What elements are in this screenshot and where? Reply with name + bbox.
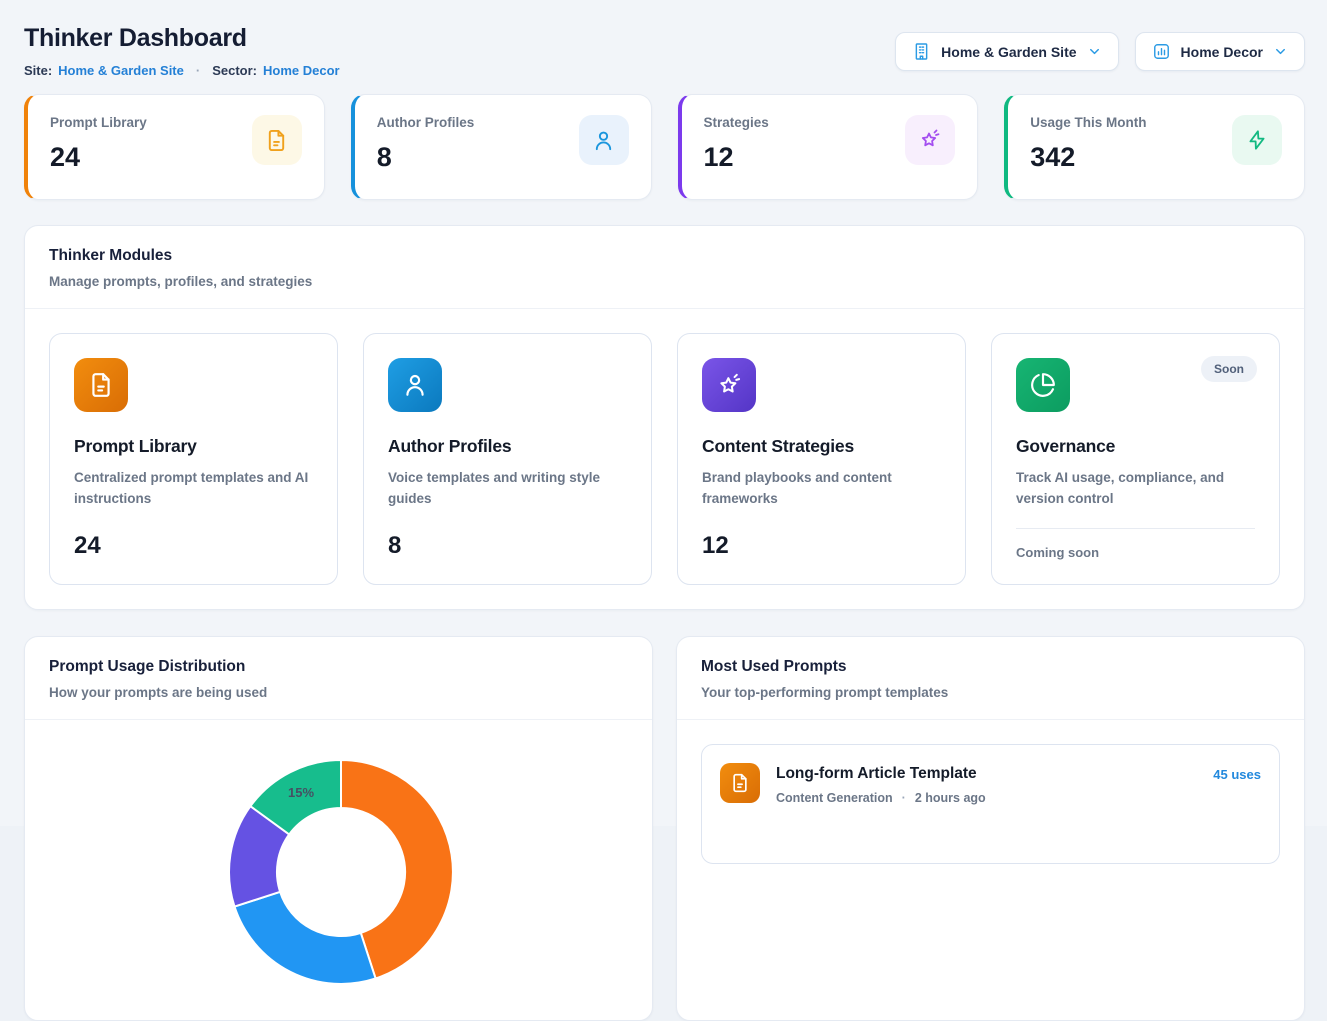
site-label: Site:: [24, 63, 52, 78]
module-title: Content Strategies: [702, 436, 941, 457]
most-used-panel-header: Most Used Prompts Your top-performing pr…: [677, 637, 1304, 720]
breadcrumb: Site: Home & Garden Site · Sector: Home …: [24, 63, 340, 78]
header-titles: Thinker Dashboard Site: Home & Garden Si…: [24, 24, 340, 78]
user-icon: [579, 115, 629, 165]
stat-label: Author Profiles: [377, 115, 475, 130]
thinker-modules-panel: Thinker Modules Manage prompts, profiles…: [24, 225, 1305, 610]
user-icon: [388, 358, 442, 412]
document-icon: [252, 115, 302, 165]
stat-text: Strategies 12: [704, 115, 769, 173]
stat-text: Prompt Library 24: [50, 115, 147, 173]
bar-chart-icon: [1152, 42, 1171, 61]
dashboard-page: Thinker Dashboard Site: Home & Garden Si…: [0, 0, 1327, 1021]
prompt-item-meta: Content Generation · 2 hours ago: [776, 791, 1197, 805]
modules-panel-header: Thinker Modules Manage prompts, profiles…: [25, 226, 1304, 309]
stat-value: 8: [377, 142, 475, 173]
usage-subtitle: How your prompts are being used: [49, 685, 628, 700]
stat-value: 12: [704, 142, 769, 173]
module-description: Voice templates and writing style guides: [388, 468, 627, 510]
module-value: 24: [74, 532, 313, 560]
bottom-row: Prompt Usage Distribution How your promp…: [24, 636, 1305, 1021]
module-value: 8: [388, 532, 627, 560]
soon-badge: Soon: [1201, 356, 1257, 382]
modules-grid: Prompt Library Centralized prompt templa…: [25, 309, 1304, 609]
prompt-list-item[interactable]: Long-form Article Template Content Gener…: [701, 744, 1280, 864]
usage-doughnut-chart: 15%: [25, 720, 652, 1020]
prompt-item-time: 2 hours ago: [915, 791, 986, 805]
chevron-down-icon: [1273, 44, 1288, 59]
page-title: Thinker Dashboard: [24, 24, 340, 53]
site-link[interactable]: Home & Garden Site: [58, 63, 184, 78]
prompt-item-title: Long-form Article Template: [776, 765, 1197, 783]
pie-chart-icon: [1016, 358, 1070, 412]
module-card-governance[interactable]: Soon Governance Track AI usage, complian…: [991, 333, 1280, 585]
building-icon: [912, 42, 931, 61]
chevron-down-icon: [1087, 44, 1102, 59]
usage-title: Prompt Usage Distribution: [49, 658, 628, 676]
stat-value: 24: [50, 142, 147, 173]
stat-card-prompt-library: Prompt Library 24: [24, 94, 325, 200]
prompt-item-uses: 45 uses: [1213, 767, 1261, 782]
doughnut-slice: [235, 892, 376, 984]
stat-card-usage: Usage This Month 342: [1004, 94, 1305, 200]
most-used-subtitle: Your top-performing prompt templates: [701, 685, 1280, 700]
sector-link[interactable]: Home Decor: [263, 63, 340, 78]
module-card-prompt-library[interactable]: Prompt Library Centralized prompt templa…: [49, 333, 338, 585]
sparkle-star-icon: [905, 115, 955, 165]
page-header: Thinker Dashboard Site: Home & Garden Si…: [24, 24, 1305, 78]
document-icon: [720, 763, 760, 803]
lightning-icon: [1232, 115, 1282, 165]
meta-separator: ·: [902, 791, 906, 805]
stats-row: Prompt Library 24 Author Profiles 8 Stra…: [24, 94, 1305, 200]
sector-selector-button[interactable]: Home Decor: [1135, 32, 1305, 71]
module-title: Governance: [1016, 436, 1255, 457]
stat-label: Usage This Month: [1030, 115, 1146, 130]
prompt-item-category: Content Generation: [776, 791, 893, 805]
stat-value: 342: [1030, 142, 1146, 173]
sparkle-star-icon: [702, 358, 756, 412]
module-card-content-strategies[interactable]: Content Strategies Brand playbooks and c…: [677, 333, 966, 585]
module-title: Author Profiles: [388, 436, 627, 457]
prompt-list: Long-form Article Template Content Gener…: [677, 720, 1304, 888]
stat-text: Author Profiles 8: [377, 115, 475, 173]
prompt-usage-panel: Prompt Usage Distribution How your promp…: [24, 636, 653, 1021]
sector-selector-label: Home Decor: [1181, 44, 1263, 60]
module-description: Centralized prompt templates and AI inst…: [74, 468, 313, 510]
document-icon: [74, 358, 128, 412]
module-card-author-profiles[interactable]: Author Profiles Voice templates and writ…: [363, 333, 652, 585]
stat-label: Strategies: [704, 115, 769, 130]
stat-card-author-profiles: Author Profiles 8: [351, 94, 652, 200]
header-selectors: Home & Garden Site Home Decor: [895, 32, 1305, 71]
sector-label: Sector:: [212, 63, 257, 78]
modules-title: Thinker Modules: [49, 247, 1280, 265]
site-selector-label: Home & Garden Site: [941, 44, 1076, 60]
module-footer: Coming soon: [1016, 528, 1255, 560]
stat-label: Prompt Library: [50, 115, 147, 130]
module-value: 12: [702, 532, 941, 560]
module-description: Brand playbooks and content frameworks: [702, 468, 941, 510]
stat-card-strategies: Strategies 12: [678, 94, 979, 200]
most-used-title: Most Used Prompts: [701, 658, 1280, 676]
site-selector-button[interactable]: Home & Garden Site: [895, 32, 1118, 71]
stat-text: Usage This Month 342: [1030, 115, 1146, 173]
doughnut-slice-label: 15%: [288, 785, 314, 800]
most-used-prompts-panel: Most Used Prompts Your top-performing pr…: [676, 636, 1305, 1021]
prompt-item-body: Long-form Article Template Content Gener…: [776, 763, 1197, 805]
modules-subtitle: Manage prompts, profiles, and strategies: [49, 274, 1280, 289]
doughnut-svg: 15%: [25, 720, 653, 1020]
usage-panel-header: Prompt Usage Distribution How your promp…: [25, 637, 652, 720]
module-description: Track AI usage, compliance, and version …: [1016, 468, 1255, 510]
module-title: Prompt Library: [74, 436, 313, 457]
breadcrumb-separator: ·: [196, 63, 200, 78]
